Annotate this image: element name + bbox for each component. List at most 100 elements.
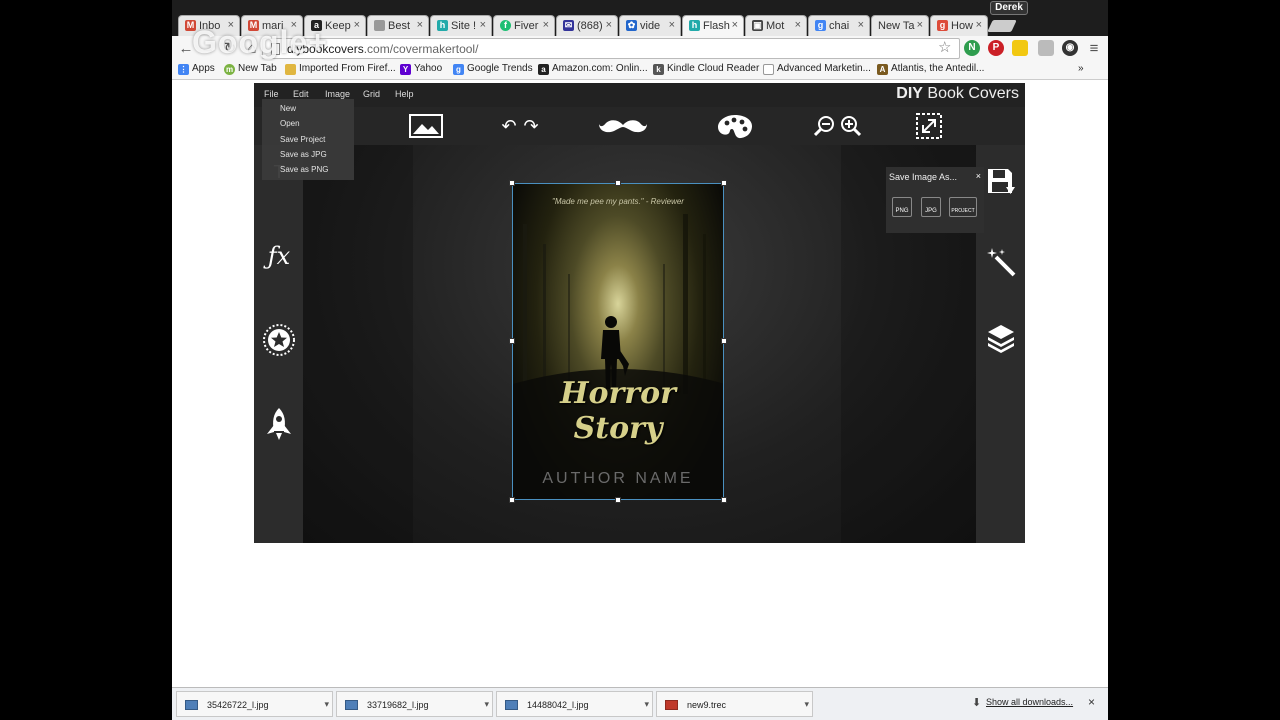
download-item[interactable]: new9.trec ▾ — [656, 691, 813, 717]
menu-icon[interactable]: ≡ — [1084, 39, 1104, 59]
profile-badge[interactable]: Derek — [990, 1, 1028, 15]
save-image-popup: Save Image As... × PNG JPG PROJECT — [886, 167, 984, 233]
mustache-icon[interactable] — [597, 111, 649, 141]
new-tab-button[interactable] — [987, 20, 1017, 32]
download-item[interactable]: 35426722_l.jpg ▾ — [176, 691, 333, 717]
tab-label: chai — [829, 20, 850, 32]
pinterest-icon[interactable]: P — [988, 40, 1004, 56]
bookmark-yahoo[interactable]: Y Yahoo — [400, 63, 442, 75]
close-tab-icon[interactable]: × — [669, 19, 675, 31]
magic-wand-icon[interactable] — [982, 243, 1020, 281]
menu-image[interactable]: Image — [325, 89, 350, 99]
menu-item-save-project[interactable]: Save Project — [280, 135, 325, 144]
cast-icon[interactable] — [1038, 40, 1054, 56]
book-cover[interactable]: "Made me pee my pants." - Reviewer Horro… — [512, 183, 724, 500]
globe-extension-icon[interactable]: ◉ — [1062, 40, 1078, 56]
menu-grid[interactable]: Grid — [363, 89, 380, 99]
bookmark-apps[interactable]: ⋮ Apps — [178, 63, 215, 75]
resize-handle[interactable] — [615, 497, 621, 503]
resize-handle[interactable] — [721, 180, 727, 186]
chevron-down-icon[interactable]: ▾ — [804, 699, 809, 710]
tab[interactable]: g How × — [930, 15, 988, 36]
image-icon[interactable] — [408, 111, 444, 141]
menu-edit[interactable]: Edit — [293, 89, 309, 99]
undo-icon[interactable]: ↶ — [498, 111, 520, 141]
letterbox-right — [1108, 0, 1280, 720]
palette-icon[interactable] — [716, 111, 754, 141]
zoom-out-icon[interactable] — [813, 111, 836, 141]
tab[interactable]: ▣ Mot × — [745, 15, 807, 36]
chevron-down-icon[interactable]: ▾ — [484, 699, 489, 710]
close-tab-icon[interactable]: × — [795, 19, 801, 31]
zoom-in-icon[interactable] — [839, 111, 862, 141]
close-icon[interactable]: × — [1088, 695, 1095, 709]
resize-handle[interactable] — [721, 338, 727, 344]
brand-bold: DIY — [896, 85, 923, 102]
resize-handle[interactable] — [721, 497, 727, 503]
resize-handle[interactable] — [509, 180, 515, 186]
address-bar[interactable]: diybookcovers.com/covermakertool/ — [262, 38, 960, 59]
chevron-down-icon[interactable]: ▾ — [324, 699, 329, 710]
extension-new-icon[interactable]: N — [964, 40, 980, 56]
bookmark-star-icon[interactable]: ☆ — [938, 38, 951, 56]
close-tab-icon[interactable]: × — [858, 19, 864, 31]
save-disk-icon[interactable] — [982, 163, 1020, 201]
bookmark-amazon[interactable]: a Amazon.com: Onlin... — [538, 63, 648, 75]
cover-author[interactable]: AUTHOR NAME — [513, 470, 723, 488]
save-jpg-button[interactable]: JPG — [921, 197, 941, 217]
menu-item-open[interactable]: Open — [280, 119, 300, 128]
m-icon: m — [224, 64, 235, 75]
show-all-downloads-link[interactable]: Show all downloads... — [986, 697, 1073, 707]
chevron-down-icon[interactable]: ▾ — [644, 699, 649, 710]
menu-item-new[interactable]: New — [280, 104, 296, 113]
close-tab-icon[interactable]: × — [976, 19, 982, 31]
badge-star-icon[interactable] — [260, 321, 298, 359]
close-tab-icon[interactable]: × — [606, 19, 612, 31]
tab[interactable]: Best × — [367, 15, 429, 36]
cover-title[interactable]: Horror Story — [513, 376, 723, 446]
bookmark-google-trends[interactable]: g Google Trends — [453, 63, 533, 75]
bookmark-new-tab[interactable]: m New Tab — [224, 63, 277, 75]
bookmark-kindle[interactable]: k Kindle Cloud Reader — [653, 63, 759, 75]
tab-label: (868) — [577, 20, 603, 32]
resize-handle[interactable] — [615, 180, 621, 186]
file-menu-dropdown: New Open Save Project Save as JPG Save a… — [262, 99, 354, 180]
menu-item-save-png[interactable]: Save as PNG — [280, 165, 328, 174]
tab[interactable]: New Ta × — [871, 15, 929, 36]
resize-handle[interactable] — [509, 497, 515, 503]
download-item[interactable]: 33719682_l.jpg ▾ — [336, 691, 493, 717]
notes-extension-icon[interactable] — [1012, 40, 1028, 56]
close-tab-icon[interactable]: × — [917, 19, 923, 31]
download-item[interactable]: 14488042_l.jpg ▾ — [496, 691, 653, 717]
tab[interactable]: g chai × — [808, 15, 870, 36]
bookmark-atlantis[interactable]: A Atlantis, the Antedil... — [877, 63, 984, 75]
layers-icon[interactable] — [982, 319, 1020, 357]
effects-icon[interactable]: ƒx — [260, 237, 298, 275]
rocket-icon[interactable] — [260, 405, 298, 443]
resize-icon[interactable] — [914, 111, 944, 141]
close-icon[interactable]: × — [976, 171, 981, 181]
tab[interactable]: ✿ vide × — [619, 15, 681, 36]
tab[interactable]: ✉ (868) × — [556, 15, 618, 36]
save-png-button[interactable]: PNG — [892, 197, 912, 217]
menu-item-save-jpg[interactable]: Save as JPG — [280, 150, 327, 159]
close-tab-icon[interactable]: × — [480, 19, 486, 31]
page-content: File Edit Image Grid Help DIY Book Cover… — [172, 81, 1108, 687]
bookmarks-overflow[interactable]: » — [1078, 63, 1084, 74]
bookmark-advanced-marketing[interactable]: Advanced Marketin... — [763, 63, 871, 75]
menu-help[interactable]: Help — [395, 89, 414, 99]
close-tab-icon[interactable]: × — [417, 19, 423, 31]
tab[interactable]: h Site ! × — [430, 15, 492, 36]
resize-handle[interactable] — [509, 338, 515, 344]
tab[interactable]: f Fiver × — [493, 15, 555, 36]
save-project-button[interactable]: PROJECT — [949, 197, 977, 217]
tab-active[interactable]: h Flash × — [682, 15, 744, 36]
close-tab-icon[interactable]: × — [354, 19, 360, 31]
cover-quote[interactable]: "Made me pee my pants." - Reviewer — [513, 197, 723, 206]
menu-file[interactable]: File — [264, 89, 279, 99]
close-tab-icon[interactable]: × — [732, 19, 738, 31]
format-label: PROJECT — [951, 208, 975, 214]
redo-icon[interactable]: ↷ — [520, 111, 542, 141]
close-tab-icon[interactable]: × — [543, 19, 549, 31]
bookmark-imported[interactable]: Imported From Firef... — [285, 63, 396, 75]
